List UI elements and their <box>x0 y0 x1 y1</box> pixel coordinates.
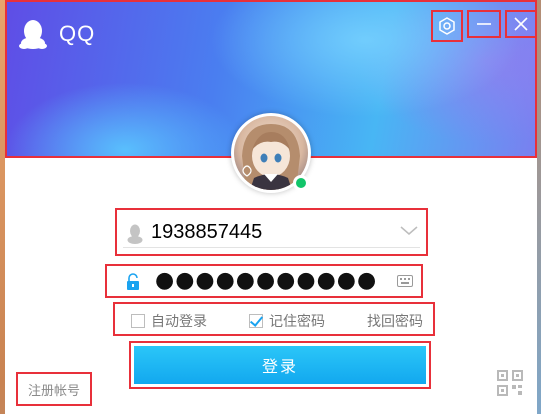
app-name: QQ <box>59 21 96 46</box>
brand: QQ <box>19 18 95 50</box>
remember-password-label: 记住密码 <box>269 314 325 330</box>
lock-icon <box>127 273 139 290</box>
avatar[interactable] <box>231 113 311 193</box>
account-input[interactable] <box>151 218 391 246</box>
register-account-link[interactable]: 注册帐号 <box>16 372 92 406</box>
chevron-down-icon[interactable] <box>400 226 418 236</box>
login-button-label: 登录 <box>134 346 426 384</box>
login-options: 自动登录 记住密码 找回密码 <box>113 302 435 336</box>
keyboard-icon[interactable] <box>397 275 413 287</box>
close-button[interactable] <box>505 10 537 38</box>
login-button[interactable]: 登录 <box>129 341 431 389</box>
online-status-indicator <box>293 175 309 191</box>
account-field[interactable] <box>115 208 428 256</box>
qq-login-window: QQ 1938857445 ●●●●●●●●●●● 自动登录 记住密码 找回密码… <box>5 0 537 414</box>
minimize-button[interactable] <box>467 10 501 38</box>
auto-login-checkbox[interactable] <box>131 314 145 328</box>
qq-penguin-icon <box>19 20 47 49</box>
remember-password-checkbox[interactable] <box>249 314 263 328</box>
remember-password-option[interactable]: 记住密码 <box>249 311 325 331</box>
find-password-label: 找回密码 <box>367 314 423 330</box>
auto-login-label: 自动登录 <box>151 314 207 330</box>
minimize-icon <box>477 23 491 25</box>
settings-hexagon-icon <box>439 17 455 35</box>
password-field[interactable]: ●●●●●●●●●●● <box>105 264 423 298</box>
settings-button[interactable] <box>431 10 463 42</box>
auto-login-option[interactable]: 自动登录 <box>131 311 207 331</box>
find-password-link[interactable]: 找回密码 <box>367 311 423 331</box>
close-icon <box>514 17 528 31</box>
account-underline <box>123 247 420 248</box>
qr-code-icon[interactable] <box>497 370 523 396</box>
user-silhouette-icon <box>127 224 143 244</box>
password-input[interactable]: ●●●●●●●●●●● <box>155 268 377 293</box>
